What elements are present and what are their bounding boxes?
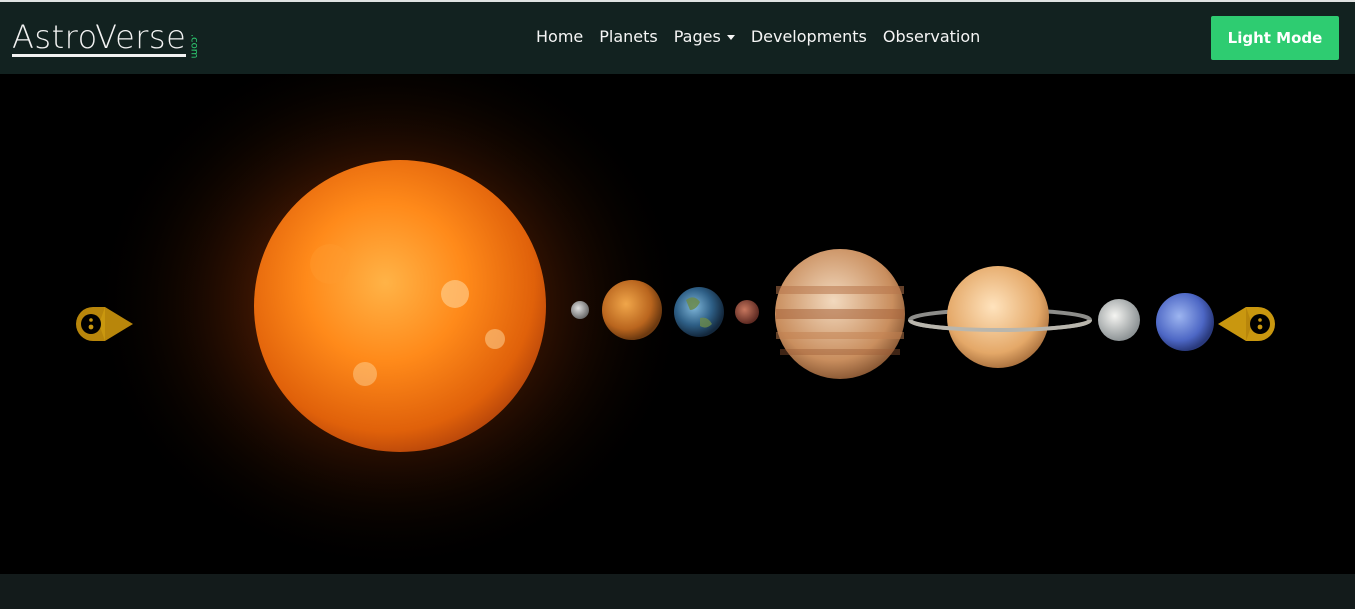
rocket-prev-icon[interactable] — [72, 302, 136, 346]
brand-name-part2: Verse — [95, 18, 187, 56]
navbar: AstroVerse .com Home Planets Pages Devel… — [0, 2, 1355, 74]
main-nav: Home Planets Pages Developments Observat… — [536, 26, 996, 48]
mars — [735, 300, 759, 324]
light-mode-button[interactable]: Light Mode — [1211, 16, 1339, 60]
mercury — [571, 301, 589, 319]
solar-system-carousel — [0, 74, 1355, 574]
brand-logo[interactable]: AstroVerse .com — [12, 18, 200, 59]
nav-home[interactable]: Home — [536, 26, 583, 48]
brand-name-part1: Astro — [12, 18, 96, 56]
venus — [602, 280, 662, 340]
caret-down-icon — [726, 35, 735, 40]
nav-pages-label: Pages — [673, 27, 721, 46]
solar-system-image — [0, 74, 1355, 574]
jupiter — [775, 249, 905, 379]
nav-developments[interactable]: Developments — [751, 26, 867, 48]
sun — [254, 160, 546, 452]
rocket-next-icon[interactable] — [1215, 302, 1279, 346]
earth — [674, 287, 724, 337]
brand-suffix: .com — [188, 34, 200, 59]
page-below-hero — [0, 574, 1355, 609]
brand-name: AstroVerse — [12, 18, 187, 57]
uranus — [1098, 299, 1140, 341]
nav-observation[interactable]: Observation — [883, 26, 980, 48]
neptune — [1156, 293, 1214, 351]
nav-planets[interactable]: Planets — [599, 26, 658, 48]
nav-pages-dropdown[interactable]: Pages — [674, 26, 735, 48]
